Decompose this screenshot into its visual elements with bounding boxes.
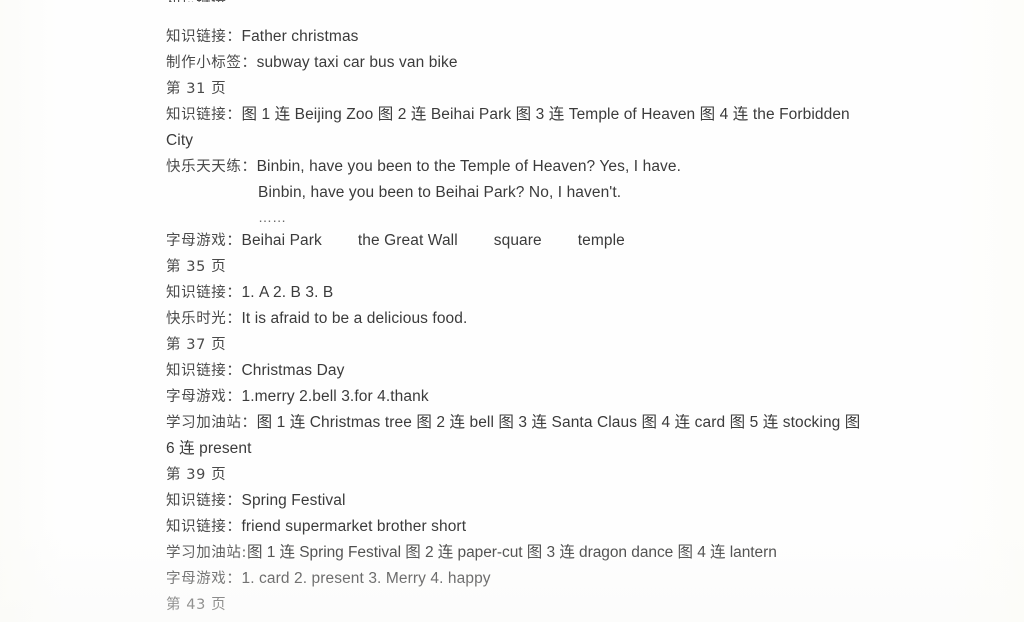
answer-line: 快乐天天练：Binbin, have you been to the Templ… — [166, 154, 866, 180]
answer-line: 知识链接：boat hospital Beijing Christmas — [166, 618, 866, 622]
column-value: Beihai Park — [241, 232, 322, 249]
page-marker-text: 第 39 页 — [166, 467, 227, 483]
entry-label: 快乐时光： — [166, 311, 242, 327]
entry-content: subway taxi car bus van bike — [256, 54, 458, 71]
entry-label: 学习加油站： — [166, 415, 257, 431]
entry-label: 知识链接： — [166, 29, 242, 45]
entry-label: 字母游戏： — [166, 233, 242, 249]
entry-content: 1. card 2. present 3. Merry 4. happy — [241, 570, 491, 587]
answer-line: 知识链接：图 1 连 Beijing Zoo 图 2 连 Beihai Park… — [166, 102, 864, 154]
entry-label: 知识链接： — [166, 107, 242, 123]
entry-content: Binbin, have you been to the Temple of H… — [256, 158, 682, 175]
ellipsis-line: …… — [166, 206, 866, 228]
answer-line: 知识链接：Spring Festival — [166, 488, 866, 514]
entry-label: 字母游戏： — [166, 389, 242, 405]
page-marker: 第 35 页 — [166, 254, 866, 280]
entry-label: 知识链接： — [166, 363, 242, 379]
entry-content: friend supermarket brother short — [241, 518, 467, 535]
column-value: temple — [577, 232, 625, 249]
answer-line: 知识链接：Christmas Day — [166, 358, 866, 384]
answer-line: 字母游戏：1.merry 2.bell 3.for 4.thank — [166, 384, 866, 410]
page-marker-text: 第 37 页 — [166, 337, 227, 353]
entry-label: 快乐天天练： — [166, 159, 257, 175]
entry-content: Spring Festival — [241, 492, 346, 509]
answer-line: 知识链接：Father christmas — [166, 24, 866, 50]
entry-label: 知识链接： — [166, 493, 242, 509]
entry-content: 图 1 连 Beijing Zoo 图 2 连 Beihai Park 图 3 … — [166, 106, 850, 149]
entry-label: 字母游戏： — [166, 571, 242, 587]
page-marker-text: 第 43 页 — [166, 597, 227, 613]
ellipsis-text: …… — [258, 209, 287, 225]
answer-line: 知识链接：1. A 2. B 3. B — [166, 280, 866, 306]
document-text-body: 知识链接：Father christmas 制作小标签：subway taxi … — [166, 0, 866, 622]
answer-line: 快乐时光：It is afraid to be a delicious food… — [166, 306, 866, 332]
document-page: 知识链接： 知识链接：Father christmas 制作小标签：subway… — [0, 0, 1024, 622]
page-marker: 第 43 页 — [166, 592, 866, 618]
page-marker: 第 39 页 — [166, 462, 866, 488]
answer-line: 学习加油站：图 1 连 Christmas tree 图 2 连 bell 图 … — [166, 410, 864, 462]
entry-content: 1.merry 2.bell 3.for 4.thank — [241, 388, 429, 405]
entry-content: 图 1 连 Christmas tree 图 2 连 bell 图 3 连 Sa… — [166, 414, 861, 457]
page-marker: 第 37 页 — [166, 332, 866, 358]
column-value: the Great Wall — [357, 232, 458, 249]
answer-continuation-line: Binbin, have you been to Beihai Park? No… — [166, 180, 866, 206]
entry-content: Father christmas — [241, 28, 359, 45]
answer-line-columns: 字母游戏：Beihai Park the Great Wall square temp… — [166, 228, 866, 254]
entry-content: 图 1 连 Spring Festival 图 2 连 paper-cut 图 … — [247, 544, 777, 561]
page-marker: 第 31 页 — [166, 76, 866, 102]
entry-content: Christmas Day — [241, 362, 345, 379]
column-value: square — [493, 232, 542, 249]
answer-line: 字母游戏：1. card 2. present 3. Merry 4. happ… — [166, 566, 866, 592]
entry-label: 知识链接： — [166, 285, 242, 301]
entry-content: It is afraid to be a delicious food. — [241, 310, 468, 327]
answer-line: 知识链接：friend supermarket brother short — [166, 514, 866, 540]
entry-label: 制作小标签： — [166, 55, 257, 71]
answer-line: 制作小标签：subway taxi car bus van bike — [166, 50, 866, 76]
entry-content: 1. A 2. B 3. B — [241, 284, 334, 301]
page-marker-text: 第 31 页 — [166, 81, 227, 97]
entry-content: Binbin, have you been to Beihai Park? No… — [258, 184, 622, 201]
entry-label: 学习加油站: — [166, 545, 247, 561]
answer-line: 学习加油站:图 1 连 Spring Festival 图 2 连 paper-… — [166, 540, 866, 566]
page-marker-text: 第 35 页 — [166, 259, 227, 275]
entry-label: 知识链接： — [166, 519, 242, 535]
